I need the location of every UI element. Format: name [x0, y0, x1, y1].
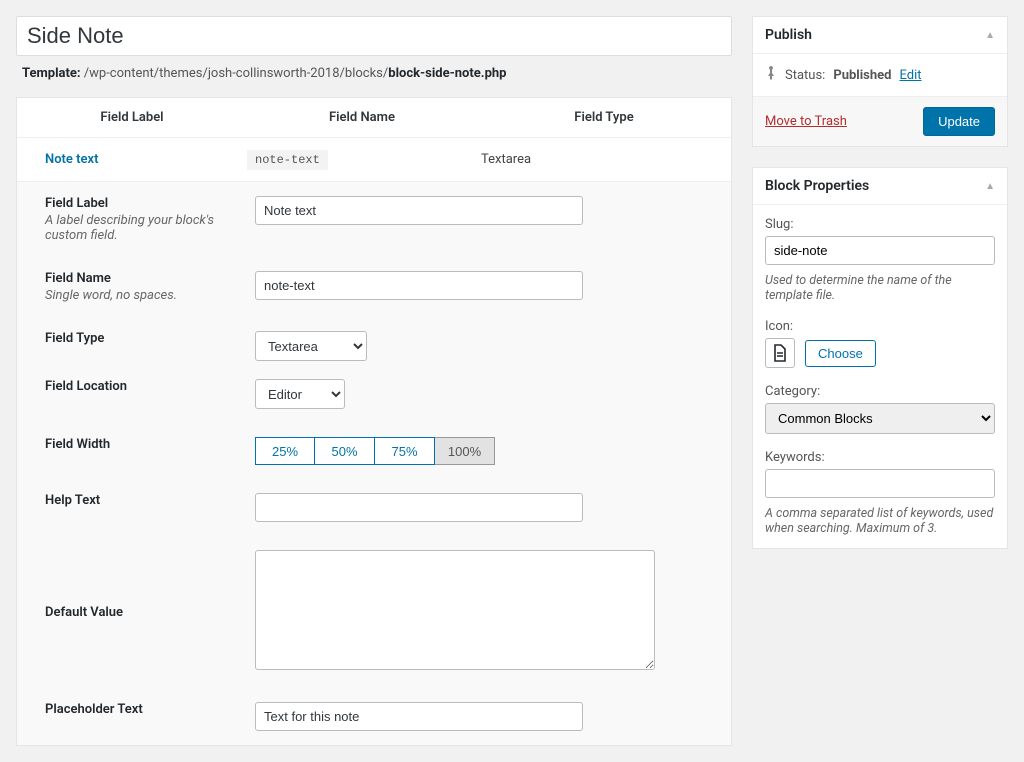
row-name: note-text	[247, 152, 477, 167]
lbl-field-label: Field Label	[45, 196, 235, 211]
column-field-name: Field Name	[247, 110, 477, 125]
field-name-input[interactable]	[255, 271, 583, 300]
width-75[interactable]: 75%	[375, 437, 435, 465]
row-type: Textarea	[477, 152, 731, 167]
pin-icon	[765, 66, 777, 84]
category-label: Category:	[765, 384, 995, 399]
collapse-icon[interactable]: ▲	[985, 181, 995, 192]
slug-hint: Used to determine the name of the templa…	[765, 273, 995, 303]
help-text-input[interactable]	[255, 493, 583, 522]
template-path: Template: /wp-content/themes/josh-collin…	[16, 56, 732, 97]
block-properties-box: Block Properties ▲ Slug: Used to determi…	[752, 167, 1008, 549]
lbl-field-name: Field Name	[45, 271, 235, 286]
lbl-field-type: Field Type	[45, 331, 235, 346]
field-width-group: 25% 50% 75% 100%	[255, 437, 703, 465]
collapse-icon[interactable]: ▲	[985, 30, 995, 41]
row-label[interactable]: Note text	[17, 152, 247, 167]
lbl-placeholder-text: Placeholder Text	[45, 702, 235, 717]
keywords-label: Keywords:	[765, 450, 995, 465]
column-field-type: Field Type	[477, 110, 731, 125]
placeholder-text-input[interactable]	[255, 702, 583, 731]
field-label-input[interactable]	[255, 196, 583, 225]
fields-panel: Field Label Field Name Field Type Note t…	[16, 97, 732, 746]
width-25[interactable]: 25%	[255, 437, 315, 465]
field-type-select[interactable]: Textarea	[255, 331, 367, 361]
slug-label: Slug:	[765, 217, 995, 232]
column-field-label: Field Label	[17, 110, 247, 125]
block-properties-heading: Block Properties	[765, 178, 869, 194]
keywords-input[interactable]	[765, 469, 995, 498]
lbl-field-location: Field Location	[45, 379, 235, 394]
hint-field-label: A label describing your block's custom f…	[45, 213, 235, 243]
lbl-default-value: Default Value	[45, 605, 235, 620]
hint-field-name: Single word, no spaces.	[45, 288, 235, 303]
block-title-input[interactable]	[16, 16, 732, 56]
keywords-hint: A comma separated list of keywords, used…	[765, 506, 995, 536]
status-value: Published	[833, 68, 891, 83]
lbl-field-width: Field Width	[45, 437, 235, 452]
slug-input[interactable]	[765, 236, 995, 265]
update-button[interactable]: Update	[923, 107, 995, 136]
lbl-help-text: Help Text	[45, 493, 235, 508]
width-100[interactable]: 100%	[435, 437, 495, 465]
width-50[interactable]: 50%	[315, 437, 375, 465]
document-icon	[765, 338, 795, 368]
status-edit-link[interactable]: Edit	[899, 68, 921, 83]
publish-heading: Publish	[765, 27, 812, 43]
move-to-trash-link[interactable]: Move to Trash	[765, 114, 847, 129]
field-location-select[interactable]: Editor	[255, 379, 345, 409]
icon-label: Icon:	[765, 319, 995, 334]
choose-icon-button[interactable]: Choose	[805, 340, 876, 367]
default-value-textarea[interactable]	[255, 550, 655, 670]
table-row[interactable]: Note text note-text Textarea	[17, 138, 731, 182]
category-select[interactable]: Common Blocks	[765, 403, 995, 434]
status-label: Status:	[785, 68, 825, 83]
publish-box: Publish ▲ Status: Published Edit Move to…	[752, 16, 1008, 147]
